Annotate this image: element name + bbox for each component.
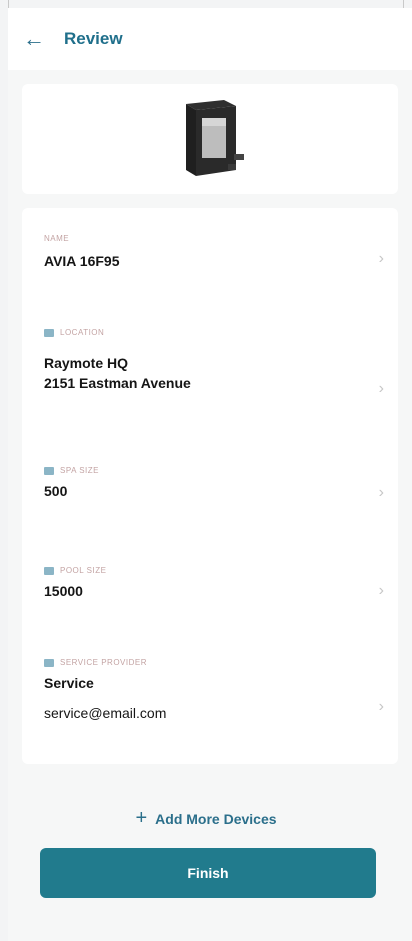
location-row[interactable]: LOCATION Raymote HQ 2151 Eastman Avenue …: [22, 308, 398, 448]
service-provider-name: Service: [44, 675, 94, 691]
name-label: NAME: [44, 234, 70, 243]
spa-icon: [44, 466, 54, 475]
heater-device-icon: [186, 100, 244, 176]
name-row[interactable]: NAME AVIA 16F95 ›: [22, 208, 398, 308]
chevron-right-icon: ›: [378, 380, 384, 397]
pool-icon: [44, 566, 54, 575]
add-more-devices-button[interactable]: + Add More Devices: [0, 807, 412, 830]
pool-size-row[interactable]: POOL SIZE 15000 ›: [22, 548, 398, 644]
header-bar: ← Review: [8, 8, 412, 70]
spa-size-label: SPA SIZE: [44, 448, 358, 475]
location-name: Raymote HQ: [44, 355, 129, 371]
app-screen: ← Review NAME AVIA 16F95 › LOCATION Raym…: [8, 8, 412, 941]
chevron-right-icon: ›: [378, 582, 384, 599]
page-title: Review: [64, 29, 123, 48]
chevron-right-icon: ›: [378, 698, 384, 715]
back-button[interactable]: ←: [16, 26, 52, 52]
pool-size-value: 15000: [44, 583, 83, 599]
service-provider-row[interactable]: SERVICE PROVIDER Service service@email.c…: [22, 644, 398, 764]
service-provider-email: service@email.com: [44, 705, 167, 721]
pool-size-label: POOL SIZE: [44, 548, 358, 575]
name-value: AVIA 16F95: [44, 253, 120, 269]
service-provider-label: SERVICE PROVIDER: [44, 644, 358, 667]
location-icon: [44, 328, 54, 337]
plus-icon: +: [135, 807, 148, 829]
spa-size-row[interactable]: SPA SIZE 500 ›: [22, 448, 398, 548]
chevron-right-icon: ›: [378, 250, 384, 267]
spa-size-value: 500: [44, 483, 68, 499]
device-image-card: [22, 84, 398, 194]
service-icon: [44, 658, 54, 667]
finish-button[interactable]: Finish: [40, 848, 376, 898]
location-label: LOCATION: [44, 308, 358, 337]
add-more-devices-label: Add More Devices: [155, 810, 277, 827]
arrow-left-icon: ←: [23, 26, 45, 51]
chevron-right-icon: ›: [378, 484, 384, 501]
location-address: 2151 Eastman Avenue: [44, 375, 191, 391]
review-details-card: NAME AVIA 16F95 › LOCATION Raymote HQ 21…: [22, 208, 398, 764]
finish-label: Finish: [187, 865, 229, 881]
